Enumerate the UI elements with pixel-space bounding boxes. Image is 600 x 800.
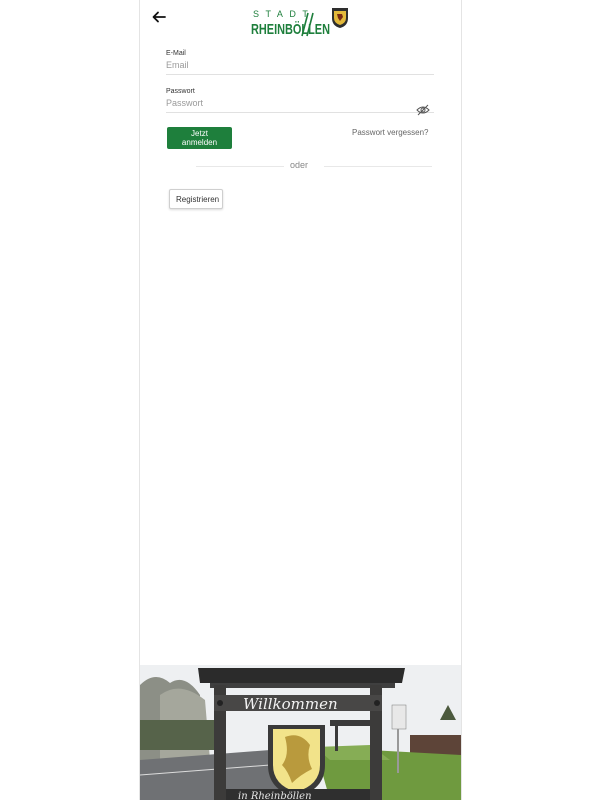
welcome-sign-photo: Willkommen in Rheinböllen [140, 665, 461, 800]
password-field-group: Passwort [166, 88, 434, 116]
coat-of-arms-icon [332, 8, 348, 28]
left-margin [0, 0, 140, 800]
password-input[interactable] [166, 95, 434, 113]
email-field-group: E-Mail [166, 50, 434, 75]
divider-text: oder [290, 160, 309, 170]
email-label: E-Mail [166, 50, 186, 57]
divider-line-right [324, 166, 432, 167]
login-button[interactable]: Jetzt anmelden [167, 127, 232, 149]
back-button[interactable] [150, 8, 168, 26]
register-button[interactable]: Registrieren [169, 189, 223, 209]
right-margin [461, 0, 600, 800]
forgot-password-link[interactable]: Passwort vergessen? [352, 128, 428, 137]
svg-text:in Rheinböllen: in Rheinböllen [238, 791, 312, 800]
eye-off-icon [416, 104, 430, 116]
login-screen: STADT RHEINBÖLLEN E-Mail Passwort Jetzt … [140, 0, 461, 800]
or-divider: oder [196, 160, 432, 172]
sign-welcome-text: Willkommen [243, 695, 338, 713]
arrow-left-icon [152, 11, 166, 23]
logo-main-text: RHEINBÖLLEN [251, 21, 330, 38]
city-logo: STADT RHEINBÖLLEN [250, 5, 350, 41]
email-input[interactable] [166, 57, 434, 75]
password-label: Passwort [166, 88, 195, 95]
logo-small-text: STADT [253, 9, 314, 19]
password-visibility-toggle[interactable] [416, 103, 430, 116]
divider-line-left [196, 166, 284, 167]
